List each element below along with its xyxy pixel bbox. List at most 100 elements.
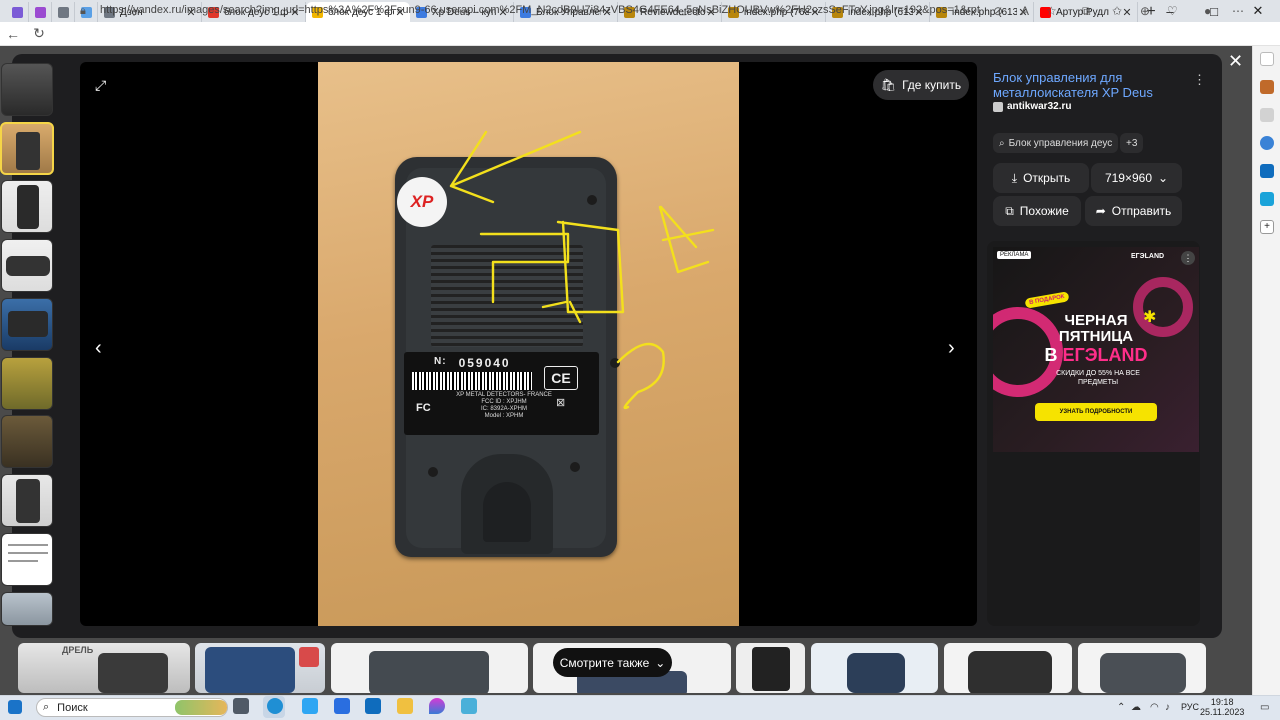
wifi-icon[interactable]: ◠ [1150,702,1159,713]
tab[interactable] [6,2,29,22]
games-icon[interactable] [1260,136,1274,150]
onedrive-icon[interactable]: ☁ [1131,702,1141,713]
tag-chip[interactable]: ⌕ Блок управления деус [993,133,1119,153]
windows-start-icon[interactable] [8,700,22,714]
maximize-button[interactable]: □ [1192,0,1236,22]
paint-icon[interactable] [429,698,445,714]
tab[interactable] [52,2,75,22]
open-button[interactable]: ⤓ Открыть [993,163,1089,193]
thumbnail[interactable] [1,63,53,116]
mail-icon[interactable] [365,698,381,714]
prev-image-icon[interactable]: ‹ [95,337,102,360]
download-icon: ⤓ [1011,170,1018,185]
size-label: 719×960 [1104,171,1152,185]
share-button[interactable]: ➦ Отправить [1085,196,1182,226]
thumbnail[interactable] [1,533,53,586]
related-thumbnail[interactable] [944,643,1072,693]
url-field[interactable]: https://yandex.ru/images/search?img_url=… [100,4,980,16]
back-button[interactable]: ← [0,22,26,46]
main-photo[interactable]: XP N: 059040 CE FC XP METAL DETECTORS- F… [318,62,739,626]
outlook-icon[interactable] [1260,164,1274,178]
more-tags-chip[interactable]: +3 [1120,133,1144,153]
clock[interactable]: 19:18 25.11.2023 [1200,697,1244,717]
image-title-link[interactable]: Блок управления для металлоискателя XP D… [993,70,1189,100]
where-to-buy-button[interactable]: 🛍︎ Где купить [873,70,969,100]
tab[interactable] [29,2,52,22]
share-icon: ➦ [1095,204,1106,218]
source-site-link[interactable]: antikwar32.ru [993,101,1071,112]
split-screen-icon[interactable]: ⧉ [1082,4,1091,19]
tab-close-icon[interactable]: ✕ [1121,6,1133,19]
taskbar-search-placeholder: Поиск [57,701,88,714]
handwritten-annotations [449,130,715,410]
thumbnail[interactable] [1,592,53,626]
favorites-icon[interactable]: ✩ [1112,4,1122,18]
image-viewer: XP N: 059040 CE FC XP METAL DETECTORS- F… [80,62,977,626]
ad-cta-button[interactable]: УЗНАТЬ ПОДРОБНОСТИ [1035,403,1157,421]
app-icon[interactable] [461,698,477,714]
thumbnail[interactable] [1,298,53,351]
tracking-icon[interactable]: ⊘ [993,4,1003,18]
language-indicator[interactable]: РУС [1181,702,1199,712]
read-aloud-icon[interactable]: A [1021,4,1029,18]
yandex-browser-icon[interactable] [302,698,318,714]
store-icon[interactable] [334,698,350,714]
thumbnail[interactable] [1,415,53,468]
profile-avatar[interactable]: ● [1204,4,1211,18]
see-also-button[interactable]: Смотрите также ⌄ [553,648,672,677]
more-tags-label: +3 [1126,137,1138,149]
ad-headline: ПЯТНИЦА [1058,328,1134,345]
tray-chevron-icon[interactable]: ⌃ [1117,702,1125,713]
where-to-buy-label: Где купить [902,78,962,92]
similar-button[interactable]: ⧉ Похожие [993,196,1081,226]
thumbnail[interactable] [1,180,53,233]
related-thumbnail[interactable] [331,643,528,693]
tab-favicon-icon [57,6,69,18]
ad-menu-icon[interactable]: ⋮ [1181,251,1195,265]
reload-button[interactable]: ↻ [26,22,52,46]
tools-icon[interactable] [1260,108,1274,122]
collections-icon[interactable]: ⊕ [1140,4,1150,18]
related-thumbnail[interactable]: ДРЕЛЬ [18,643,190,693]
related-thumbnail[interactable] [736,643,805,693]
thumbnail[interactable] [1,357,53,410]
heart-icon[interactable]: ♡ [1167,4,1178,18]
thumbnail[interactable] [1,474,53,527]
favorite-star-icon[interactable]: ☆ [1046,4,1057,18]
tab[interactable] [75,2,98,22]
site-favicon [993,101,1003,112]
search-highlight-image [175,700,227,715]
related-thumbnail[interactable] [1078,643,1206,693]
task-view-icon[interactable] [233,698,249,714]
search-icon: ⌕ [43,701,50,713]
similar-icon: ⧉ [1005,203,1014,218]
related-thumbnail[interactable] [195,643,325,693]
related-thumbnail[interactable] [811,643,938,693]
shopping-icon[interactable] [1260,80,1274,94]
chevron-down-icon: ⌄ [655,655,666,670]
shopping-bag-icon: 🛍︎ [880,78,897,92]
ad-banner[interactable]: РЕКЛАМА ЕГЭLAND ⋮ В ПОДАРОК ЧЕРНАЯ ПЯТНИ… [993,247,1199,452]
size-dropdown[interactable]: 719×960 ⌄ [1091,163,1182,193]
ad-headline-brand: ЕГЭLAND [1062,345,1148,365]
close-viewer-icon[interactable]: ✕ [1228,51,1243,72]
fullscreen-icon[interactable]: ⤢ [95,77,106,94]
chevron-down-icon: ⌄ [1158,171,1169,185]
more-options-icon[interactable]: ⋮ [1193,72,1206,88]
search-sidebar-icon[interactable] [1260,52,1274,66]
notifications-icon[interactable]: ▭ [1260,702,1269,713]
ad-headline-prefix: В [1044,345,1058,365]
next-image-icon[interactable]: › [948,337,955,360]
ad-sticker: В ПОДАРОК [1024,291,1070,309]
add-sidebar-icon[interactable]: + [1260,220,1274,234]
send-icon[interactable] [1260,192,1274,206]
more-menu-icon[interactable]: ⋯ [1232,4,1244,18]
taskbar-search[interactable]: ⌕ Поиск [36,698,228,717]
source-site-label: antikwar32.ru [1007,101,1072,112]
thumbnail[interactable] [1,239,53,292]
file-explorer-icon[interactable] [397,698,413,714]
thumbnail-selected[interactable] [0,122,54,175]
lock-icon[interactable]: 🔒︎ [80,5,86,18]
volume-icon[interactable]: ♪ [1165,702,1170,713]
edge-icon[interactable] [267,698,283,714]
